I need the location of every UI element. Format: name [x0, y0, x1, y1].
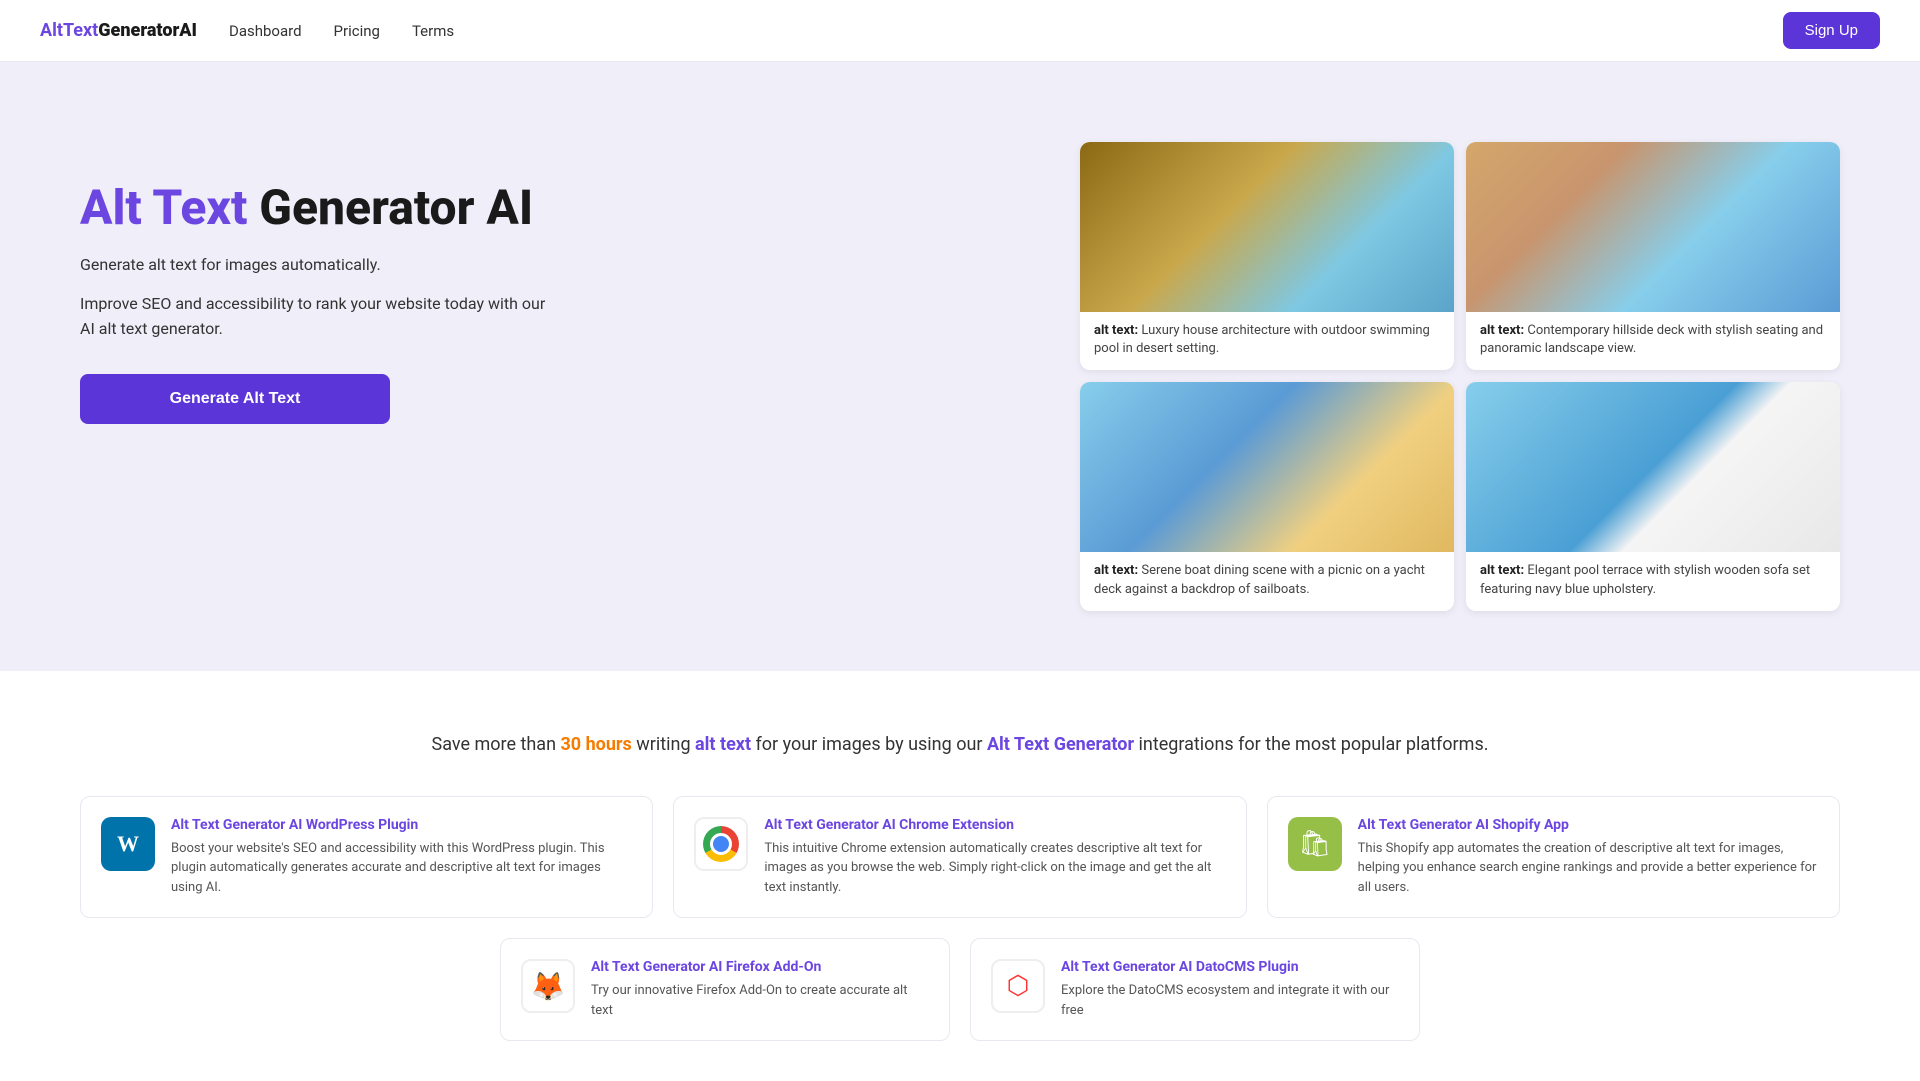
chrome-icon — [694, 817, 748, 871]
alt-text-label-3: alt text: — [1094, 563, 1138, 578]
nav-pricing[interactable]: Pricing — [334, 22, 380, 40]
datocms-title[interactable]: Alt Text Generator AI DatoCMS Plugin — [1061, 959, 1399, 975]
wordpress-desc: Boost your website's SEO and accessibili… — [171, 839, 632, 898]
hero-section: Alt Text Generator AI Generate alt text … — [0, 62, 1920, 671]
wordpress-title[interactable]: Alt Text Generator AI WordPress Plugin — [171, 817, 632, 833]
alt-text-value-4: Elegant pool terrace with stylish wooden… — [1480, 563, 1810, 596]
hours-highlight: 30 hours — [560, 734, 631, 755]
chrome-title[interactable]: Alt Text Generator AI Chrome Extension — [764, 817, 1225, 833]
logo-bold: GeneratorAI — [98, 20, 197, 41]
image-boat — [1080, 382, 1454, 552]
alt-text-link[interactable]: alt text — [695, 734, 751, 755]
integrations-row2: 🦊 Alt Text Generator AI Firefox Add-On T… — [500, 938, 1420, 1041]
generator-link[interactable]: Alt Text Generator — [987, 734, 1134, 755]
integration-card-wordpress: W Alt Text Generator AI WordPress Plugin… — [80, 796, 653, 919]
firefox-title[interactable]: Alt Text Generator AI Firefox Add-On — [591, 959, 929, 975]
alt-text-label-4: alt text: — [1480, 563, 1524, 578]
image-card-4: alt text: Elegant pool terrace with styl… — [1466, 382, 1840, 610]
integrations-grid: W Alt Text Generator AI WordPress Plugin… — [80, 796, 1840, 919]
firefox-desc: Try our innovative Firefox Add-On to cre… — [591, 981, 929, 1020]
image-caption-1: alt text: Luxury house architecture with… — [1080, 312, 1454, 370]
image-caption-3: alt text: Serene boat dining scene with … — [1080, 552, 1454, 610]
image-caption-2: alt text: Contemporary hillside deck wit… — [1466, 312, 1840, 370]
firefox-icon: 🦊 — [521, 959, 575, 1013]
logo-purple: Alt — [40, 20, 63, 41]
hero-images-grid: alt text: Luxury house architecture with… — [1080, 142, 1840, 611]
image-pool — [1466, 382, 1840, 552]
shopify-desc: This Shopify app automates the creation … — [1358, 839, 1819, 898]
chrome-content: Alt Text Generator AI Chrome Extension T… — [764, 817, 1225, 898]
image-house — [1080, 142, 1454, 312]
integrations-section: Save more than 30 hours writing alt text… — [0, 671, 1920, 1081]
wordpress-content: Alt Text Generator AI WordPress Plugin B… — [171, 817, 632, 898]
hero-description: Improve SEO and accessibility to rank yo… — [80, 291, 560, 342]
datocms-desc: Explore the DatoCMS ecosystem and integr… — [1061, 981, 1399, 1020]
chrome-desc: This intuitive Chrome extension automati… — [764, 839, 1225, 898]
navbar-left: AltTextGeneratorAI Dashboard Pricing Ter… — [40, 20, 454, 41]
integration-card-firefox: 🦊 Alt Text Generator AI Firefox Add-On T… — [500, 938, 950, 1041]
integrations-prefix: Save more than — [432, 734, 561, 755]
image-card-2: alt text: Contemporary hillside deck wit… — [1466, 142, 1840, 370]
shopify-content: Alt Text Generator AI Shopify App This S… — [1358, 817, 1819, 898]
image-caption-4: alt text: Elegant pool terrace with styl… — [1466, 552, 1840, 610]
logo[interactable]: AltTextGeneratorAI — [40, 20, 197, 41]
hero-content: Alt Text Generator AI Generate alt text … — [80, 142, 560, 424]
alt-text-value-2: Contemporary hillside deck with stylish … — [1480, 323, 1823, 356]
hero-title-black: Generator AI — [247, 179, 533, 236]
logo-purple2: Text — [63, 20, 98, 41]
hero-title: Alt Text Generator AI — [80, 182, 560, 235]
alt-text-value-3: Serene boat dining scene with a picnic o… — [1094, 563, 1425, 596]
integrations-middle2: for your images by using our — [756, 734, 987, 755]
shopify-icon: 🛍 — [1288, 817, 1342, 871]
signup-button[interactable]: Sign Up — [1783, 12, 1880, 49]
image-card-3: alt text: Serene boat dining scene with … — [1080, 382, 1454, 610]
integration-card-chrome: Alt Text Generator AI Chrome Extension T… — [673, 796, 1246, 919]
hero-subtitle: Generate alt text for images automatical… — [80, 253, 560, 277]
alt-text-label-2: alt text: — [1480, 323, 1524, 338]
integrations-header: Save more than 30 hours writing alt text… — [80, 731, 1840, 760]
generate-alt-text-button[interactable]: Generate Alt Text — [80, 374, 390, 424]
firefox-content: Alt Text Generator AI Firefox Add-On Try… — [591, 959, 929, 1020]
image-deck — [1466, 142, 1840, 312]
integration-card-shopify: 🛍 Alt Text Generator AI Shopify App This… — [1267, 796, 1840, 919]
image-card-1: alt text: Luxury house architecture with… — [1080, 142, 1454, 370]
alt-text-value-1: Luxury house architecture with outdoor s… — [1094, 323, 1430, 356]
integrations-middle: writing — [636, 734, 695, 755]
nav-terms[interactable]: Terms — [412, 22, 454, 40]
navbar: AltTextGeneratorAI Dashboard Pricing Ter… — [0, 0, 1920, 62]
shopify-title[interactable]: Alt Text Generator AI Shopify App — [1358, 817, 1819, 833]
datocms-content: Alt Text Generator AI DatoCMS Plugin Exp… — [1061, 959, 1399, 1020]
integration-card-datocms: ⬡ Alt Text Generator AI DatoCMS Plugin E… — [970, 938, 1420, 1041]
nav-dashboard[interactable]: Dashboard — [229, 22, 302, 40]
wordpress-icon: W — [101, 817, 155, 871]
integrations-suffix: integrations for the most popular platfo… — [1139, 734, 1489, 755]
hero-title-purple: Alt Text — [80, 179, 247, 236]
datocms-icon: ⬡ — [991, 959, 1045, 1013]
alt-text-label-1: alt text: — [1094, 323, 1138, 338]
